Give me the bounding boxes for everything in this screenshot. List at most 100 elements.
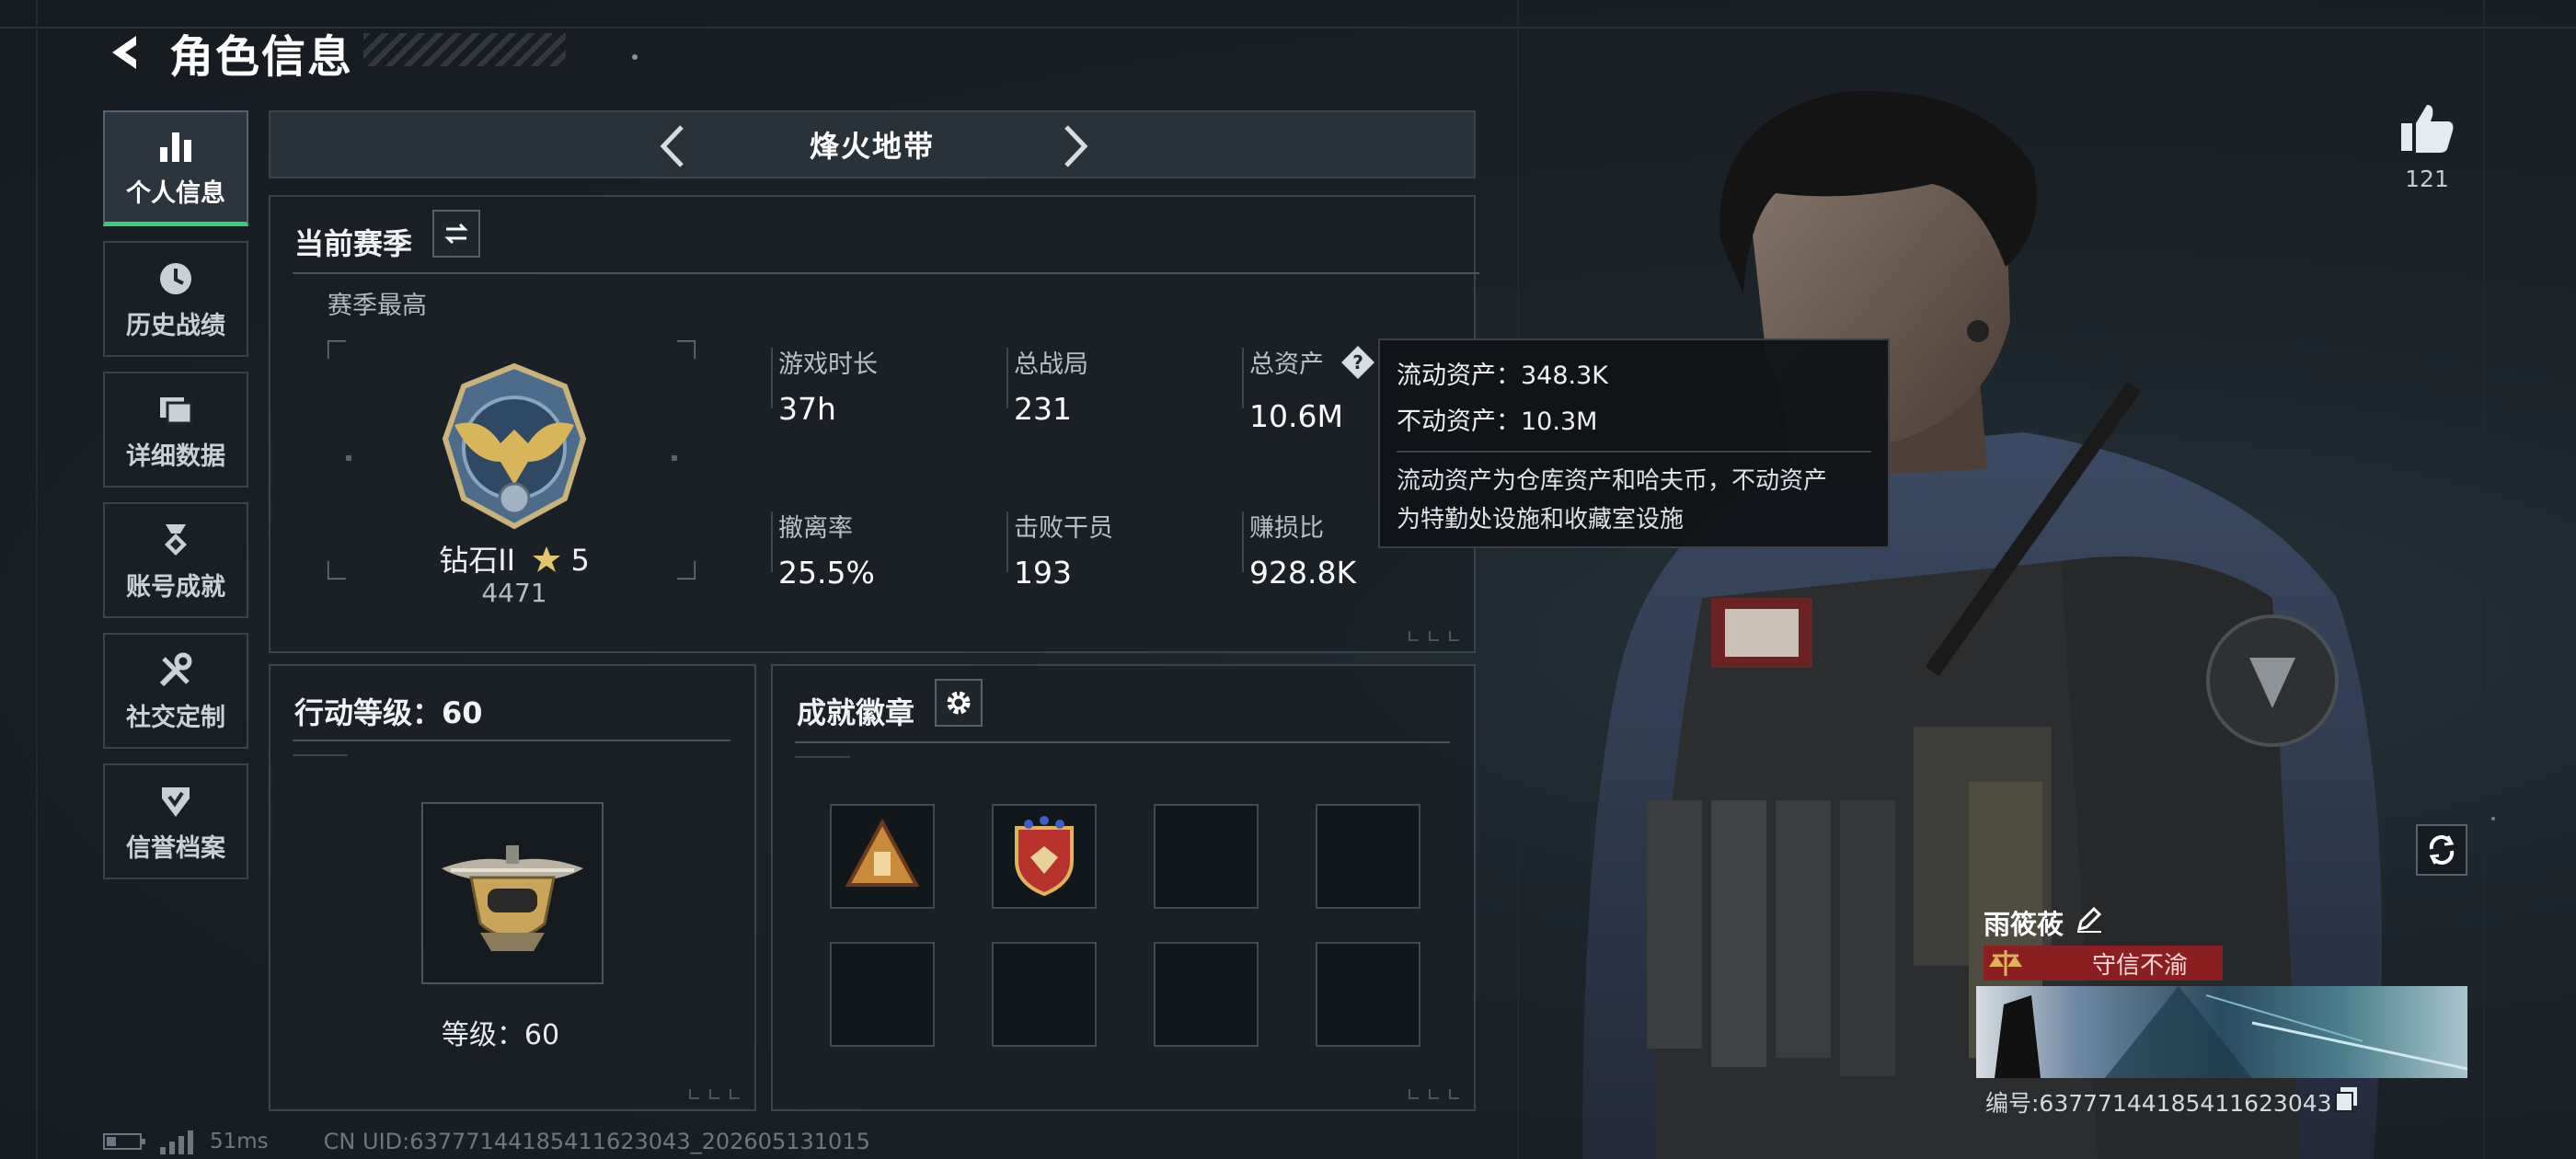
copy-icon[interactable] <box>2333 1085 2361 1113</box>
season-best-label: 赛季最高 <box>328 292 427 320</box>
folder-icon <box>155 388 197 430</box>
tooltip-description-2: 为特勤处设施和收藏室设施 <box>1397 506 1685 534</box>
corner-decoration <box>1409 1089 1459 1099</box>
stat-separator <box>771 511 773 572</box>
level-emblem-frame <box>421 802 604 984</box>
refresh-icon <box>2429 835 2455 865</box>
battery-icon <box>103 1133 145 1150</box>
badge-slot-7[interactable] <box>1154 942 1259 1047</box>
mode-next-button[interactable] <box>1052 123 1098 169</box>
header: 角色信息 <box>101 20 353 85</box>
assets-tooltip: 流动资产：348.3K 不动资产：10.3M 流动资产为仓库资产和哈夫币，不动资… <box>1378 339 1890 548</box>
game-screen: 角色信息 个人信息 历史战绩 详细数据 账号成就 社交定制 信誉档案 烽火地带 … <box>0 0 2576 1159</box>
badge-slot-4[interactable] <box>1316 804 1420 909</box>
badge-slot-2[interactable] <box>992 804 1097 909</box>
stat-label: 总资产 ? <box>1249 344 1376 387</box>
stat-profit-loss: 赚损比 928.8K <box>1242 508 1357 591</box>
nav-label: 历史战绩 <box>126 311 225 340</box>
stat-separator <box>1242 348 1244 408</box>
star-icon <box>533 546 561 572</box>
swap-icon <box>444 223 468 245</box>
side-nav: 个人信息 历史战绩 详细数据 账号成就 社交定制 信誉档案 <box>103 110 250 894</box>
like-count: 121 <box>2405 166 2449 192</box>
stat-value: 10.6M <box>1249 398 1343 434</box>
bar-chart-icon <box>155 125 197 167</box>
divider <box>293 272 1479 274</box>
level-text: 等级：60 <box>441 1019 560 1051</box>
rank-name: 钻石II 5 <box>353 537 675 580</box>
player-id: 编号:637771441854116230​43 <box>1985 1090 2332 1117</box>
achievements-panel: 成就徽章 <box>771 664 1476 1111</box>
nav-label: 详细数据 <box>126 442 225 471</box>
like-button[interactable]: 121 <box>2392 103 2462 192</box>
stat-total-assets: 总资产 ? 10.6M <box>1242 344 1376 434</box>
badge-settings-button[interactable] <box>935 679 983 727</box>
stat-value: 928.8K <box>1249 555 1357 591</box>
rank-stars: 5 <box>570 543 590 578</box>
back-button[interactable] <box>101 27 153 78</box>
diamond-rank-emblem <box>442 362 587 530</box>
mode-name: 烽火地带 <box>809 129 935 164</box>
mode-prev-button[interactable] <box>650 123 696 169</box>
divider <box>795 741 1450 743</box>
help-button[interactable]: ? <box>1340 344 1376 387</box>
divider <box>293 740 730 741</box>
edit-name-icon[interactable] <box>2074 903 2105 935</box>
nav-item-personal-info[interactable]: 个人信息 <box>103 110 248 226</box>
refresh-appearance-button[interactable] <box>2416 824 2467 876</box>
gear-icon <box>947 691 971 715</box>
honor-title-text: 守信不渝 <box>2092 951 2189 980</box>
switch-season-button[interactable] <box>432 210 480 258</box>
tooltip-divider <box>1397 451 1871 453</box>
action-level-panel: 行动等级：60 等级：60 <box>269 664 756 1111</box>
back-arrow-icon <box>112 36 136 69</box>
nav-item-social-custom[interactable]: 社交定制 <box>103 633 248 749</box>
badge-slot-3[interactable] <box>1154 804 1259 909</box>
chevron-right-icon <box>1064 125 1088 167</box>
triangle-badge-icon <box>845 818 920 887</box>
svg-text:?: ? <box>1352 351 1363 373</box>
badge-slot-6[interactable] <box>992 942 1097 1047</box>
nav-label: 账号成就 <box>126 572 225 602</box>
wrench-icon <box>155 649 197 692</box>
action-level-title: 行动等级：60 <box>294 695 483 730</box>
achievements-title: 成就徽章 <box>797 695 915 730</box>
nav-item-detailed-data[interactable]: 详细数据 <box>103 372 248 488</box>
stat-label: 击败干员 <box>1014 514 1113 543</box>
badge-slot-5[interactable] <box>830 942 935 1047</box>
nav-label: 信誉档案 <box>126 833 225 863</box>
season-panel: 当前赛季 赛季最高 钻石II 5 4471 游戏时长 37h 总战局 231 总… <box>269 195 1479 653</box>
stat-value: 193 <box>1014 555 1072 591</box>
nav-item-history[interactable]: 历史战绩 <box>103 241 248 357</box>
stat-value: 231 <box>1014 391 1072 427</box>
stat-value: 25.5% <box>778 555 875 591</box>
medal-icon <box>155 519 197 561</box>
corner-decoration <box>689 1089 740 1099</box>
stat-label: 撤离率 <box>778 514 853 543</box>
chevron-left-icon <box>660 125 684 167</box>
nav-label: 社交定制 <box>126 703 225 732</box>
shield-badge-icon <box>1015 816 1074 897</box>
badge-slot-1[interactable] <box>830 804 935 909</box>
thumbs-up-icon <box>2401 105 2454 153</box>
tooltip-description-1: 流动资产为仓库资产和哈夫币，不动资产 <box>1397 467 1828 495</box>
rank-score: 4471 <box>481 578 547 608</box>
nav-item-credit-file[interactable]: 信誉档案 <box>103 763 248 879</box>
stat-total-matches: 总战局 231 <box>1006 344 1088 427</box>
helicopter-level-emblem <box>442 845 583 951</box>
scales-icon <box>1989 950 2022 976</box>
stat-extraction-rate: 撤离率 25.5% <box>771 508 875 591</box>
tooltip-fixed-assets: 不动资产：10.3M <box>1397 407 1598 436</box>
profile-banner-image <box>1976 986 2467 1078</box>
shield-check-icon <box>155 780 197 822</box>
badge-slot-8[interactable] <box>1316 942 1420 1047</box>
status-footer: 51ms CN UID:63777144185411623043_2026051… <box>103 1126 870 1157</box>
stat-separator <box>771 348 773 408</box>
tooltip-liquid-assets: 流动资产：348.3K <box>1397 361 1609 390</box>
rank-title: 钻石II <box>439 543 516 578</box>
stat-label: 赚损比 <box>1249 514 1324 543</box>
question-icon: ? <box>1340 346 1374 379</box>
nav-item-achievements[interactable]: 账号成就 <box>103 502 248 618</box>
stat-separator <box>1242 511 1244 572</box>
nav-label: 个人信息 <box>126 179 225 208</box>
